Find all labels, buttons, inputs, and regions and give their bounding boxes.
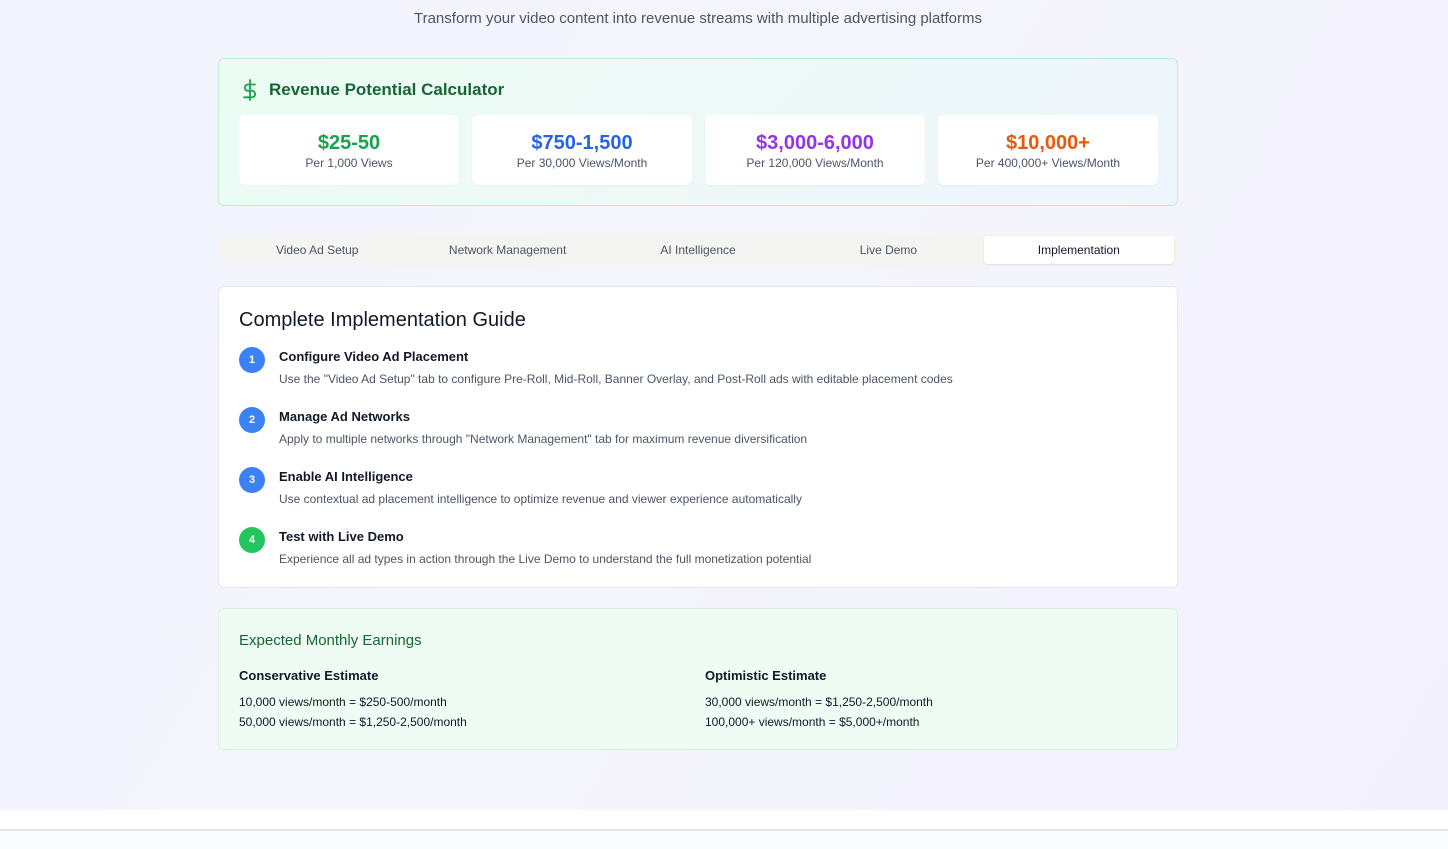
optimistic-estimate: Optimistic Estimate 30,000 views/month =… bbox=[705, 668, 933, 732]
guide-step-3: 3 Enable AI Intelligence Use contextual … bbox=[239, 467, 802, 506]
stat-label: Per 400,000+ Views/Month bbox=[975, 156, 1121, 170]
guide-step-4: 4 Test with Live Demo Experience all ad … bbox=[239, 527, 811, 566]
step-number-badge: 4 bbox=[239, 527, 265, 553]
estimate-line: 50,000 views/month = $1,250-2,500/month bbox=[239, 715, 467, 729]
revenue-calculator-card: Revenue Potential Calculator $25-50 Per … bbox=[218, 58, 1178, 206]
guide-step-1: 1 Configure Video Ad Placement Use the "… bbox=[239, 347, 953, 386]
step-number-badge: 1 bbox=[239, 347, 265, 373]
tab-live-demo[interactable]: Live Demo bbox=[793, 236, 983, 264]
tab-bar: Video Ad Setup Network Management AI Int… bbox=[218, 234, 1178, 266]
step-number-badge: 3 bbox=[239, 467, 265, 493]
step-title: Enable AI Intelligence bbox=[279, 469, 413, 484]
calculator-title: Revenue Potential Calculator bbox=[269, 80, 505, 99]
stat-label: Per 30,000 Views/Month bbox=[516, 156, 648, 170]
stat-value: $3,000-6,000 bbox=[756, 132, 874, 154]
step-title: Manage Ad Networks bbox=[279, 409, 410, 424]
step-title: Configure Video Ad Placement bbox=[279, 349, 469, 364]
optimistic-title: Optimistic Estimate bbox=[705, 668, 827, 683]
step-description: Use contextual ad placement intelligence… bbox=[279, 492, 802, 506]
footer bbox=[0, 831, 1448, 849]
stat-label: Per 1,000 Views bbox=[305, 156, 393, 170]
estimate-line: 10,000 views/month = $250-500/month bbox=[239, 695, 447, 709]
conservative-estimate: Conservative Estimate 10,000 views/month… bbox=[239, 668, 467, 732]
step-description: Experience all ad types in action throug… bbox=[279, 552, 812, 566]
page-subtitle: Transform your video content into revenu… bbox=[413, 10, 983, 27]
stat-value: $750-1,500 bbox=[531, 132, 633, 154]
stat-value: $10,000+ bbox=[1006, 132, 1090, 154]
step-title: Test with Live Demo bbox=[279, 529, 404, 544]
step-description: Use the "Video Ad Setup" tab to configur… bbox=[279, 372, 953, 386]
earnings-title: Expected Monthly Earnings bbox=[239, 632, 422, 649]
stat-card-per-120000: $3,000-6,000 Per 120,000 Views/Month bbox=[705, 115, 925, 185]
revenue-stat-cards: $25-50 Per 1,000 Views $750-1,500 Per 30… bbox=[239, 115, 1158, 185]
tab-ai-intelligence[interactable]: AI Intelligence bbox=[603, 236, 793, 264]
stat-card-per-400000: $10,000+ Per 400,000+ Views/Month bbox=[938, 115, 1158, 185]
tab-implementation[interactable]: Implementation bbox=[983, 236, 1175, 264]
tab-network-management[interactable]: Network Management bbox=[412, 236, 602, 264]
guide-step-2: 2 Manage Ad Networks Apply to multiple n… bbox=[239, 407, 807, 446]
step-description: Apply to multiple networks through "Netw… bbox=[279, 432, 808, 446]
expected-earnings-card: Expected Monthly Earnings Conservative E… bbox=[218, 608, 1178, 750]
estimate-line: 100,000+ views/month = $5,000+/month bbox=[705, 715, 920, 729]
stat-card-per-1000: $25-50 Per 1,000 Views bbox=[239, 115, 459, 185]
step-number-badge: 2 bbox=[239, 407, 265, 433]
conservative-title: Conservative Estimate bbox=[239, 668, 379, 683]
tab-video-ad-setup[interactable]: Video Ad Setup bbox=[222, 236, 412, 264]
dollar-icon bbox=[243, 79, 257, 101]
calculator-heading: Revenue Potential Calculator bbox=[241, 79, 504, 101]
stat-label: Per 120,000 Views/Month bbox=[746, 156, 884, 170]
guide-title: Complete Implementation Guide bbox=[239, 309, 526, 331]
estimate-line: 30,000 views/month = $1,250-2,500/month bbox=[705, 695, 933, 709]
stat-card-per-30000: $750-1,500 Per 30,000 Views/Month bbox=[472, 115, 692, 185]
implementation-guide-card: Complete Implementation Guide 1 Configur… bbox=[218, 286, 1178, 588]
stat-value: $25-50 bbox=[317, 132, 381, 154]
